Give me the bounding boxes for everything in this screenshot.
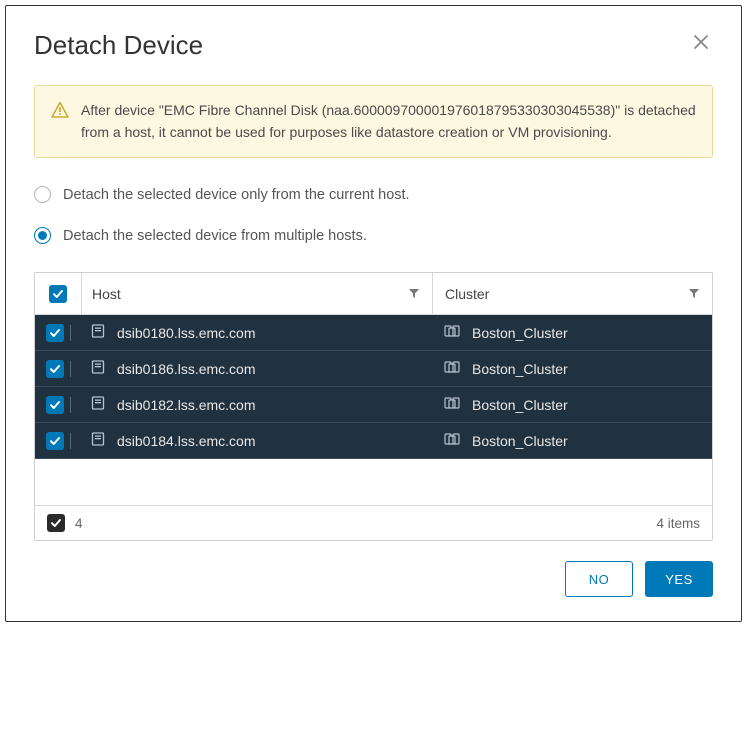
dialog-title: Detach Device <box>34 30 203 61</box>
table-header-row: Host Cluster <box>35 273 712 315</box>
check-icon <box>50 517 62 529</box>
column-header-host[interactable]: Host <box>81 273 432 314</box>
host-name: dsib0180.lss.emc.com <box>117 325 256 341</box>
select-all-cell <box>35 285 81 303</box>
row-divider <box>70 433 71 449</box>
filter-icon[interactable] <box>408 286 420 302</box>
row-checkbox[interactable] <box>46 396 64 414</box>
cluster-icon <box>444 324 460 341</box>
table-footer: 4 4 items <box>35 505 712 540</box>
row-divider <box>70 325 71 341</box>
host-icon <box>91 360 105 377</box>
option-label: Detach the selected device from multiple… <box>63 228 367 244</box>
dialog-header: Detach Device <box>34 30 713 61</box>
cluster-cell: Boston_Cluster <box>432 387 712 422</box>
no-button[interactable]: NO <box>565 561 633 597</box>
option-current-host[interactable]: Detach the selected device only from the… <box>34 186 713 203</box>
row-divider <box>70 397 71 413</box>
host-icon <box>91 324 105 341</box>
cluster-name: Boston_Cluster <box>472 361 568 377</box>
host-name: dsib0184.lss.emc.com <box>117 433 256 449</box>
host-cell: dsib0184.lss.emc.com <box>81 423 432 458</box>
row-divider <box>70 361 71 377</box>
row-check-cell <box>35 387 81 422</box>
cluster-cell: Boston_Cluster <box>432 423 712 458</box>
warning-text: After device "EMC Fibre Channel Disk (na… <box>81 100 696 143</box>
cluster-name: Boston_Cluster <box>472 397 568 413</box>
host-name: dsib0182.lss.emc.com <box>117 397 256 413</box>
column-label: Cluster <box>445 286 489 302</box>
row-checkbox[interactable] <box>46 432 64 450</box>
filter-icon[interactable] <box>688 286 700 302</box>
warning-icon <box>51 100 69 143</box>
table-row[interactable]: dsib0180.lss.emc.com Boston_Cluster <box>35 315 712 351</box>
radio-unselected-icon <box>34 186 51 203</box>
close-icon <box>693 34 709 50</box>
hosts-table: Host Cluster dsib0180.lss.emc.com Boston_… <box>34 272 713 541</box>
cluster-cell: Boston_Cluster <box>432 351 712 386</box>
cluster-name: Boston_Cluster <box>472 325 568 341</box>
yes-button[interactable]: YES <box>645 561 713 597</box>
items-count: 4 items <box>656 516 700 531</box>
option-label: Detach the selected device only from the… <box>63 187 410 203</box>
table-body: dsib0180.lss.emc.comBoston_Clusterdsib01… <box>35 315 712 459</box>
cluster-cell: Boston_Cluster <box>432 315 712 350</box>
detach-options: Detach the selected device only from the… <box>34 186 713 244</box>
host-name: dsib0186.lss.emc.com <box>117 361 256 377</box>
row-check-cell <box>35 351 81 386</box>
detach-device-dialog: Detach Device After device "EMC Fibre Ch… <box>5 5 742 622</box>
radio-selected-icon <box>34 227 51 244</box>
cluster-icon <box>444 396 460 413</box>
warning-banner: After device "EMC Fibre Channel Disk (na… <box>34 85 713 158</box>
cluster-icon <box>444 432 460 449</box>
row-checkbox[interactable] <box>46 324 64 342</box>
row-check-cell <box>35 423 81 458</box>
table-row[interactable]: dsib0184.lss.emc.com Boston_Cluster <box>35 423 712 459</box>
row-checkbox[interactable] <box>46 360 64 378</box>
column-header-cluster[interactable]: Cluster <box>432 273 712 314</box>
footer-selection: 4 <box>47 514 83 532</box>
select-all-checkbox[interactable] <box>49 285 67 303</box>
table-row[interactable]: dsib0186.lss.emc.com Boston_Cluster <box>35 351 712 387</box>
check-icon <box>52 288 64 300</box>
option-multiple-hosts[interactable]: Detach the selected device from multiple… <box>34 227 713 244</box>
cluster-name: Boston_Cluster <box>472 433 568 449</box>
column-label: Host <box>92 286 121 302</box>
cluster-icon <box>444 360 460 377</box>
host-cell: dsib0180.lss.emc.com <box>81 315 432 350</box>
close-button[interactable] <box>689 30 713 54</box>
table-row[interactable]: dsib0182.lss.emc.com Boston_Cluster <box>35 387 712 423</box>
host-cell: dsib0186.lss.emc.com <box>81 351 432 386</box>
table-empty-space <box>35 459 712 505</box>
host-cell: dsib0182.lss.emc.com <box>81 387 432 422</box>
row-check-cell <box>35 315 81 350</box>
host-icon <box>91 396 105 413</box>
dialog-actions: NO YES <box>34 561 713 597</box>
selection-indicator-checkbox[interactable] <box>47 514 65 532</box>
host-icon <box>91 432 105 449</box>
selected-count: 4 <box>75 516 83 531</box>
